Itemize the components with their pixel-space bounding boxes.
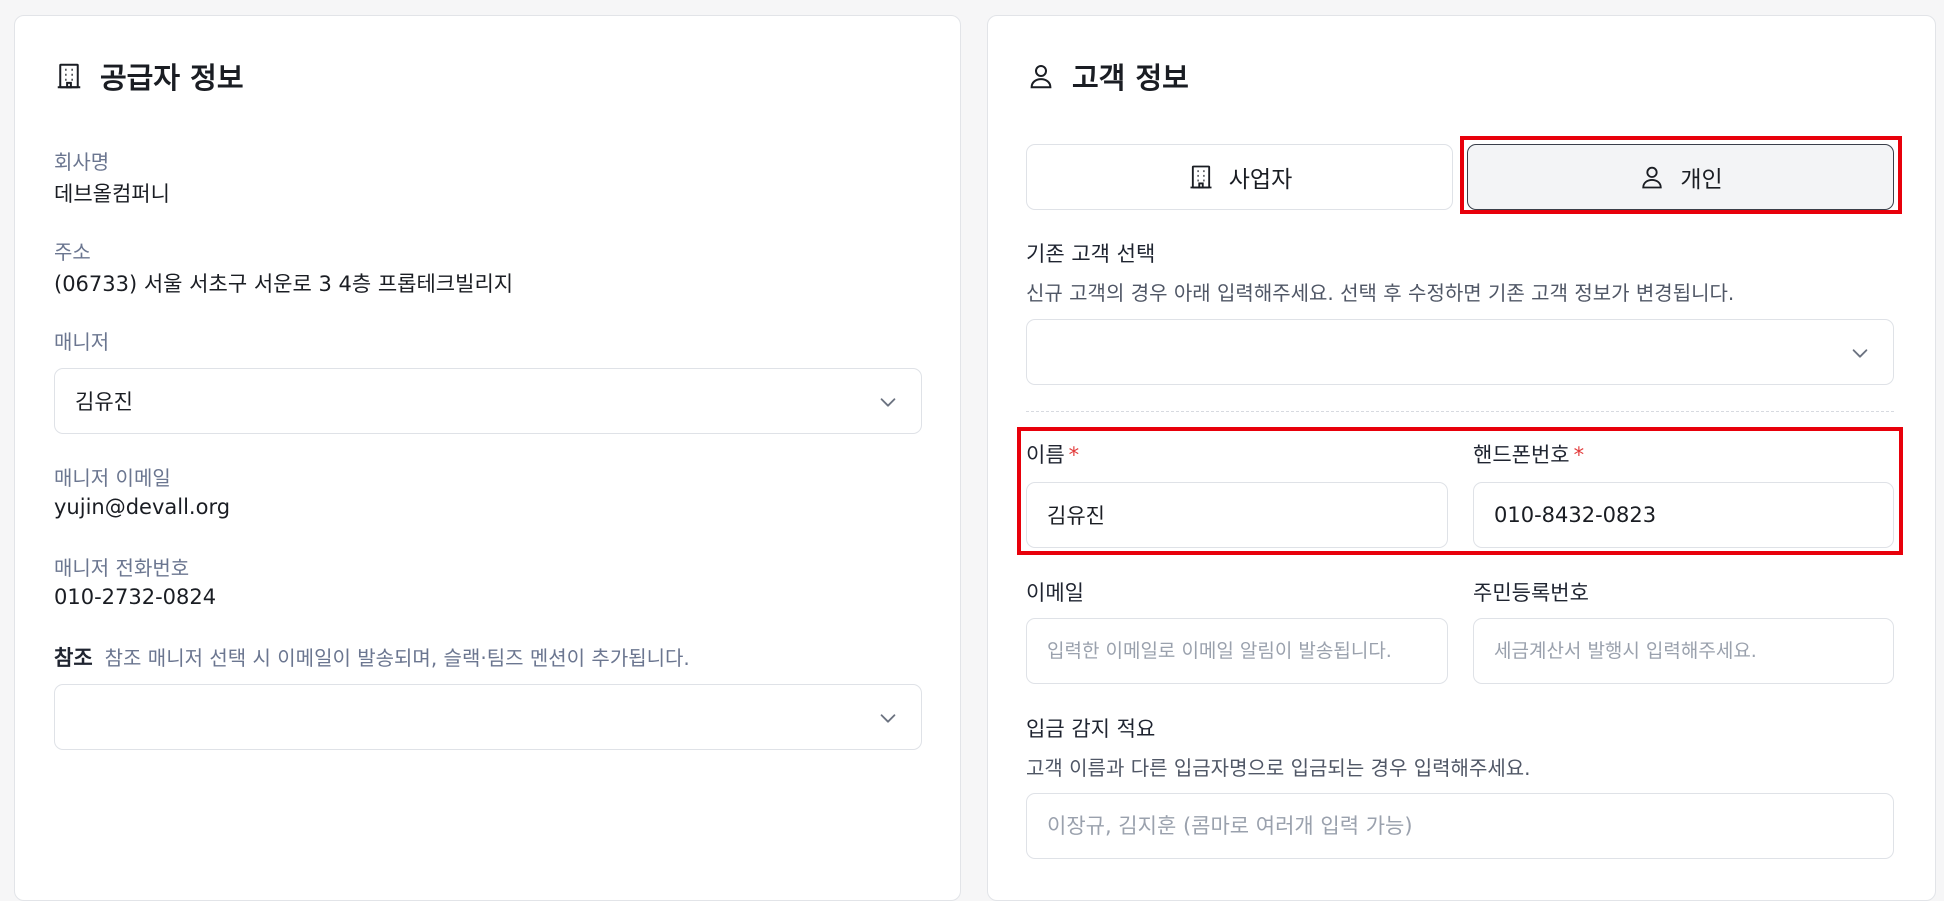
name-label: 이름 * — [1026, 439, 1079, 469]
manager-email-value: yujin@devall.org — [54, 495, 231, 519]
phone-label: 핸드폰번호 * — [1473, 439, 1584, 469]
rrn-input[interactable] — [1494, 640, 1873, 662]
reference-select[interactable] — [54, 684, 922, 750]
chevron-down-icon — [880, 398, 896, 407]
name-input[interactable] — [1047, 503, 1427, 527]
building-icon — [1190, 165, 1212, 189]
existing-customer-label: 기존 고객 선택 — [1026, 242, 1156, 266]
required-mark: * — [1573, 443, 1585, 467]
email-input-wrap[interactable] — [1026, 618, 1448, 684]
supplier-card — [14, 15, 961, 901]
chevron-down-icon — [1852, 349, 1868, 358]
reference-row: 참조 참조 매니저 선택 시 이메일이 발송되며, 슬랙·팀즈 멘션이 추가됩니… — [54, 642, 690, 672]
customer-title: 고객 정보 — [1026, 54, 1189, 98]
company-label: 회사명 — [54, 150, 110, 174]
user-icon — [1642, 166, 1663, 189]
required-mark: * — [1068, 443, 1080, 467]
rrn-input-wrap[interactable] — [1473, 618, 1894, 684]
rrn-label: 주민등록번호 — [1473, 581, 1589, 605]
address-value: (06733) 서울 서초구 서운로 3 4층 프롭테크빌리지 — [54, 272, 514, 296]
email-input[interactable] — [1047, 640, 1427, 662]
customer-type-business[interactable]: 사업자 — [1026, 144, 1453, 210]
address-label: 주소 — [54, 240, 91, 264]
manager-phone-label: 매니저 전화번호 — [54, 556, 190, 580]
deposit-hint: 고객 이름과 다른 입금자명으로 입금되는 경우 입력해주세요. — [1026, 756, 1531, 780]
manager-phone-value: 010-2732-0824 — [54, 585, 217, 609]
manager-label: 매니저 — [54, 330, 110, 354]
name-label-text: 이름 — [1026, 443, 1065, 467]
existing-customer-select[interactable] — [1026, 319, 1894, 385]
reference-hint: 참조 매니저 선택 시 이메일이 발송되며, 슬랙·팀즈 멘션이 추가됩니다. — [104, 646, 690, 670]
manager-email-label: 매니저 이메일 — [54, 466, 171, 490]
section-divider — [1026, 411, 1894, 412]
chevron-down-icon — [880, 714, 896, 723]
company-value: 데브올컴퍼니 — [54, 182, 170, 206]
email-label: 이메일 — [1026, 581, 1084, 605]
phone-input[interactable] — [1494, 503, 1873, 527]
manager-select[interactable]: 김유진 — [54, 368, 922, 434]
customer-type-individual[interactable]: 개인 — [1467, 144, 1894, 210]
phone-label-text: 핸드폰번호 — [1473, 443, 1570, 467]
deposit-input-wrap[interactable] — [1026, 793, 1894, 859]
reference-label: 참조 — [54, 646, 93, 670]
manager-select-value: 김유진 — [75, 390, 133, 414]
deposit-label: 입금 감지 적요 — [1026, 717, 1156, 741]
deposit-input[interactable] — [1047, 814, 1873, 838]
phone-input-wrap[interactable] — [1473, 482, 1894, 548]
name-input-wrap[interactable] — [1026, 482, 1448, 548]
supplier-title: 공급자 정보 — [54, 54, 244, 98]
user-icon — [1030, 65, 1052, 89]
building-icon — [57, 63, 81, 89]
customer-type-business-label: 사업자 — [1228, 167, 1293, 193]
customer-title-text: 고객 정보 — [1072, 61, 1189, 95]
existing-customer-hint: 신규 고객의 경우 아래 입력해주세요. 선택 후 수정하면 기존 고객 정보가… — [1026, 281, 1735, 305]
supplier-title-text: 공급자 정보 — [100, 61, 244, 95]
customer-type-individual-label: 개인 — [1680, 167, 1723, 193]
